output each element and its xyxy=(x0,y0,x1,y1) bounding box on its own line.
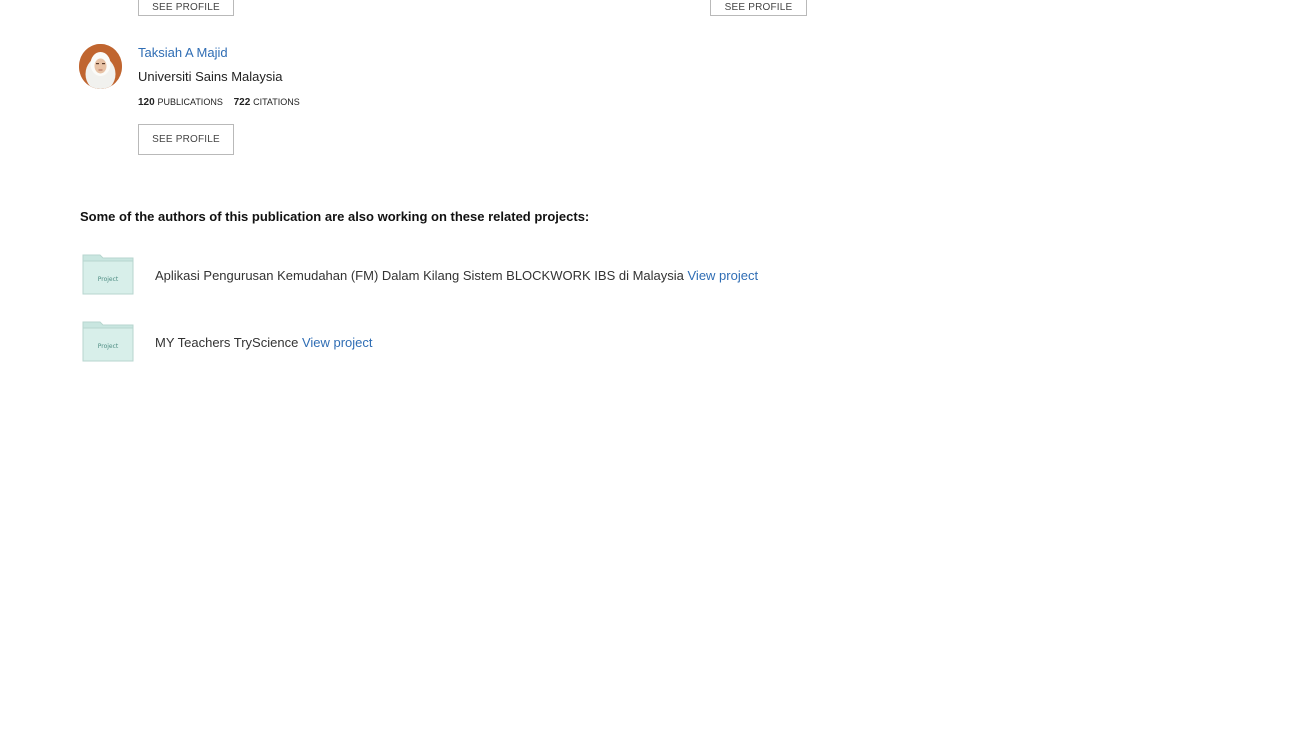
publications-label: PUBLICATIONS xyxy=(157,97,223,107)
author-stats: 120 PUBLICATIONS 722 CITATIONS xyxy=(138,97,308,108)
view-project-link[interactable]: View project xyxy=(688,268,759,283)
project-text: Aplikasi Pengurusan Kemudahan (FM) Dalam… xyxy=(155,268,758,283)
see-profile-button-top-right[interactable]: SEE PROFILE xyxy=(710,0,807,16)
view-project-link[interactable]: View project xyxy=(302,335,373,350)
see-profile-button[interactable]: SEE PROFILE xyxy=(138,124,234,155)
project-item: Project MY Teachers TryScience View proj… xyxy=(80,319,980,367)
author-name-link[interactable]: Taksiah A Majid xyxy=(138,45,228,60)
publications-count: 120 xyxy=(138,97,155,108)
project-item: Project Aplikasi Pengurusan Kemudahan (F… xyxy=(80,252,980,300)
related-projects-heading: Some of the authors of this publication … xyxy=(80,209,590,224)
citations-label: CITATIONS xyxy=(253,97,300,107)
project-text: MY Teachers TryScience View project xyxy=(155,335,373,350)
author-card: Taksiah A Majid Universiti Sains Malaysi… xyxy=(79,42,479,162)
see-profile-label: SEE PROFILE xyxy=(724,1,793,13)
see-profile-label: SEE PROFILE xyxy=(152,134,220,145)
folder-label: Project xyxy=(98,276,119,283)
project-title: MY Teachers TryScience xyxy=(155,335,299,350)
see-profile-label: SEE PROFILE xyxy=(152,1,220,13)
project-folder-icon[interactable]: Project xyxy=(82,252,134,296)
project-title: Aplikasi Pengurusan Kemudahan (FM) Dalam… xyxy=(155,268,684,283)
page: SEE PROFILE SEE PROFILE Taksiah A Majid … xyxy=(0,0,1300,731)
avatar-image xyxy=(79,44,122,89)
project-folder-icon[interactable]: Project xyxy=(82,319,134,363)
citations-count: 722 xyxy=(233,97,251,108)
author-institution: Universiti Sains Malaysia xyxy=(138,69,283,84)
folder-label: Project xyxy=(98,343,119,350)
see-profile-button-top-left[interactable]: SEE PROFILE xyxy=(138,0,234,16)
avatar[interactable] xyxy=(79,44,122,89)
